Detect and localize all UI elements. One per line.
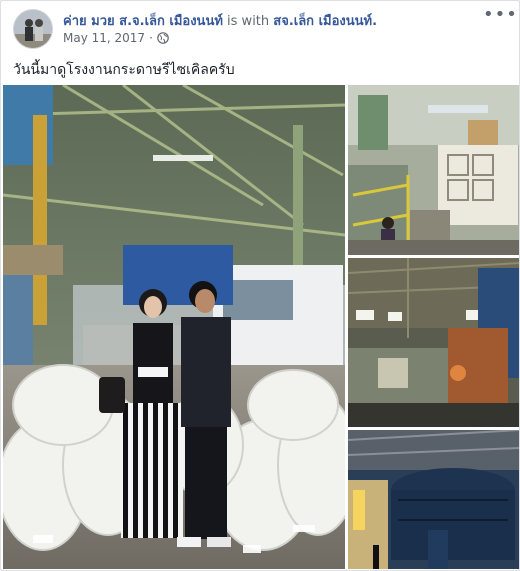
author-line: ค่าย มวย ส.จ.เล็ก เมืองนนท์ is with สจ.เ…	[63, 10, 377, 31]
author-name[interactable]: ค่าย มวย ส.จ.เล็ก เมืองนนท์	[63, 14, 223, 29]
post-caption: วันนี้มาดูโรงงานกระดาษรีไซเคิลครับ	[13, 62, 235, 78]
machinery-photo-image	[348, 85, 519, 255]
avatar-image	[14, 10, 52, 48]
tagged-name[interactable]: สจ.เล็ก เมืองนนท์.	[273, 14, 377, 29]
tank-photo-image	[348, 430, 519, 569]
photo-gallery	[3, 85, 519, 569]
post-meta: May 11, 2017 ·	[63, 31, 169, 45]
avatar[interactable]	[13, 9, 53, 49]
post-header: ค่าย มวย ส.จ.เล็ก เมืองนนท์ is with สจ.เ…	[13, 6, 517, 51]
globe-icon[interactable]	[157, 32, 169, 44]
tank-photo[interactable]	[348, 430, 519, 569]
factory-interior-photo[interactable]	[348, 258, 519, 427]
post-card: ค่าย มวย ส.จ.เล็ก เมืองนนท์ is with สจ.เ…	[0, 0, 520, 571]
dot-separator: ·	[149, 31, 153, 45]
factory-interior-photo-image	[348, 258, 519, 427]
machinery-photo[interactable]	[348, 85, 519, 255]
with-text: is with	[222, 14, 274, 29]
more-options-button[interactable]: •••	[483, 6, 517, 27]
main-photo-image	[3, 85, 345, 569]
main-photo[interactable]	[3, 85, 345, 569]
post-date[interactable]: May 11, 2017	[63, 31, 145, 45]
